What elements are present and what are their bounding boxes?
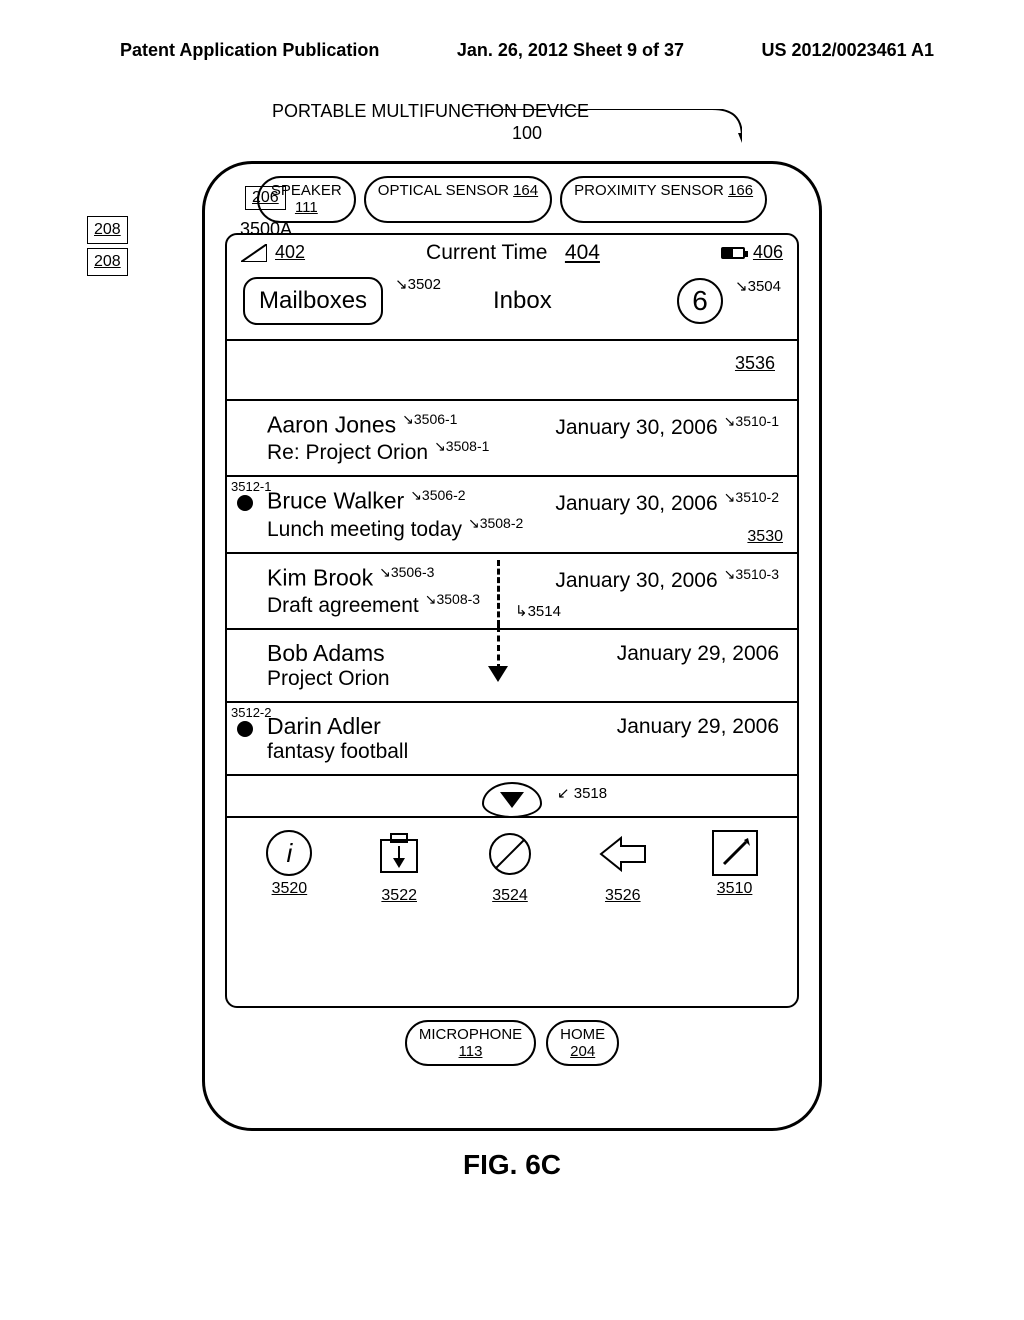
- block-button[interactable]: 3524: [486, 830, 534, 905]
- inbox-download-icon: [375, 830, 423, 878]
- count-ref: ↘3504: [735, 277, 781, 295]
- info-icon: i: [266, 830, 312, 876]
- blank-row-ref: 3536: [735, 353, 775, 373]
- scroll-down-button[interactable]: [482, 782, 542, 818]
- callout: ↘3508-1: [434, 438, 489, 454]
- arrowhead-down-icon: [488, 666, 508, 682]
- status-bar: 402 Current Time 404 406: [227, 235, 797, 271]
- back-button[interactable]: Mailboxes: [243, 277, 383, 325]
- device-body: 206 3500A SPEAKER111 OPTICAL SENSOR 164 …: [202, 161, 822, 1131]
- mail-row[interactable]: Aaron Jones↘3506-1 Re: Project Orion↘350…: [227, 399, 797, 476]
- mail-row[interactable]: 3512-2 Darin Adler fantasy football Janu…: [227, 701, 797, 774]
- callout: ↘3510-2: [724, 489, 779, 505]
- row-ref: 3530: [747, 528, 783, 546]
- info-button[interactable]: i 3520: [266, 830, 312, 898]
- blank-row: 3536: [227, 341, 797, 399]
- current-time: Current Time 404: [313, 241, 713, 265]
- battery-icon: [721, 247, 745, 259]
- scroll-gesture-icon: [497, 560, 500, 626]
- unread-dot-icon: [237, 495, 253, 511]
- no-symbol-icon: [486, 830, 534, 878]
- reply-arrow-icon: [597, 830, 649, 878]
- compose-button[interactable]: 3510: [712, 830, 758, 898]
- top-side-box: 206: [245, 186, 286, 210]
- microphone-label: MICROPHONE113: [405, 1020, 536, 1067]
- scroll-down-ref: ↙ 3518: [557, 784, 607, 802]
- pub-label: Patent Application Publication: [120, 40, 379, 61]
- unread-count: 6: [677, 278, 723, 324]
- battery-ref: 406: [753, 242, 783, 263]
- callout: ↘3508-2: [468, 515, 523, 531]
- compose-icon: [712, 830, 758, 876]
- nav-bar: Mailboxes ↘3502 Inbox 6 ↘3504: [227, 271, 797, 339]
- callout: ↘3510-1: [724, 413, 779, 429]
- sheet-label: Jan. 26, 2012 Sheet 9 of 37: [457, 40, 684, 61]
- callout: ↘3506-3: [379, 564, 434, 580]
- callout: ↘3506-2: [410, 487, 465, 503]
- unread-dot-icon: [237, 721, 253, 737]
- callout: ↘3510-3: [724, 566, 779, 582]
- device-pointer-line: [462, 109, 742, 143]
- side-button-1: 208: [87, 216, 128, 244]
- callout: ↘3506-1: [402, 411, 457, 427]
- reply-button[interactable]: 3526: [597, 830, 649, 905]
- unread-ref: 3512-2: [231, 705, 271, 720]
- sensor-row-bottom: MICROPHONE113 HOME204: [225, 1020, 799, 1067]
- scroll-gesture-arrow-icon: [497, 626, 500, 670]
- mail-row[interactable]: Kim Brook↘3506-3 Draft agreement↘3508-3 …: [227, 552, 797, 629]
- signal-icon: [241, 244, 267, 262]
- callout: ↘3508-3: [425, 591, 480, 607]
- pub-number: US 2012/0023461 A1: [762, 40, 934, 61]
- gesture-ref: ↳3514: [515, 602, 561, 620]
- toolbar: i 3520 3522: [227, 816, 797, 909]
- home-button-label[interactable]: HOME204: [546, 1020, 619, 1067]
- optical-sensor-label: OPTICAL SENSOR 164: [364, 176, 552, 223]
- proximity-sensor-label: PROXIMITY SENSOR 166: [560, 176, 767, 223]
- download-button[interactable]: 3522: [375, 830, 423, 905]
- inbox-title: Inbox: [493, 287, 552, 315]
- mail-row[interactable]: Bob Adams Project Orion January 29, 2006: [227, 628, 797, 701]
- mail-list: Aaron Jones↘3506-1 Re: Project Orion↘350…: [227, 399, 797, 817]
- scroll-indicator-row: ↙ 3518: [227, 774, 797, 816]
- sensor-row-top: SPEAKER111 OPTICAL SENSOR 164 PROXIMITY …: [225, 176, 799, 223]
- triangle-down-icon: [500, 792, 524, 808]
- figure-caption: FIG. 6C: [142, 1149, 882, 1181]
- figure: 208 208 PORTABLE MULTIFUNCTION DEVICE 10…: [142, 101, 882, 1181]
- side-button-2: 208: [87, 248, 128, 276]
- back-ref: ↘3502: [395, 275, 441, 293]
- signal-ref: 402: [275, 242, 305, 263]
- side-buttons: 208 208: [87, 216, 128, 280]
- mail-row[interactable]: 3512-1 Bruce Walker↘3506-2 Lunch meeting…: [227, 475, 797, 552]
- page-header: Patent Application Publication Jan. 26, …: [0, 0, 1024, 81]
- screen: 402 Current Time 404 406 Mailboxes ↘3502…: [225, 233, 799, 1008]
- unread-ref: 3512-1: [231, 479, 271, 494]
